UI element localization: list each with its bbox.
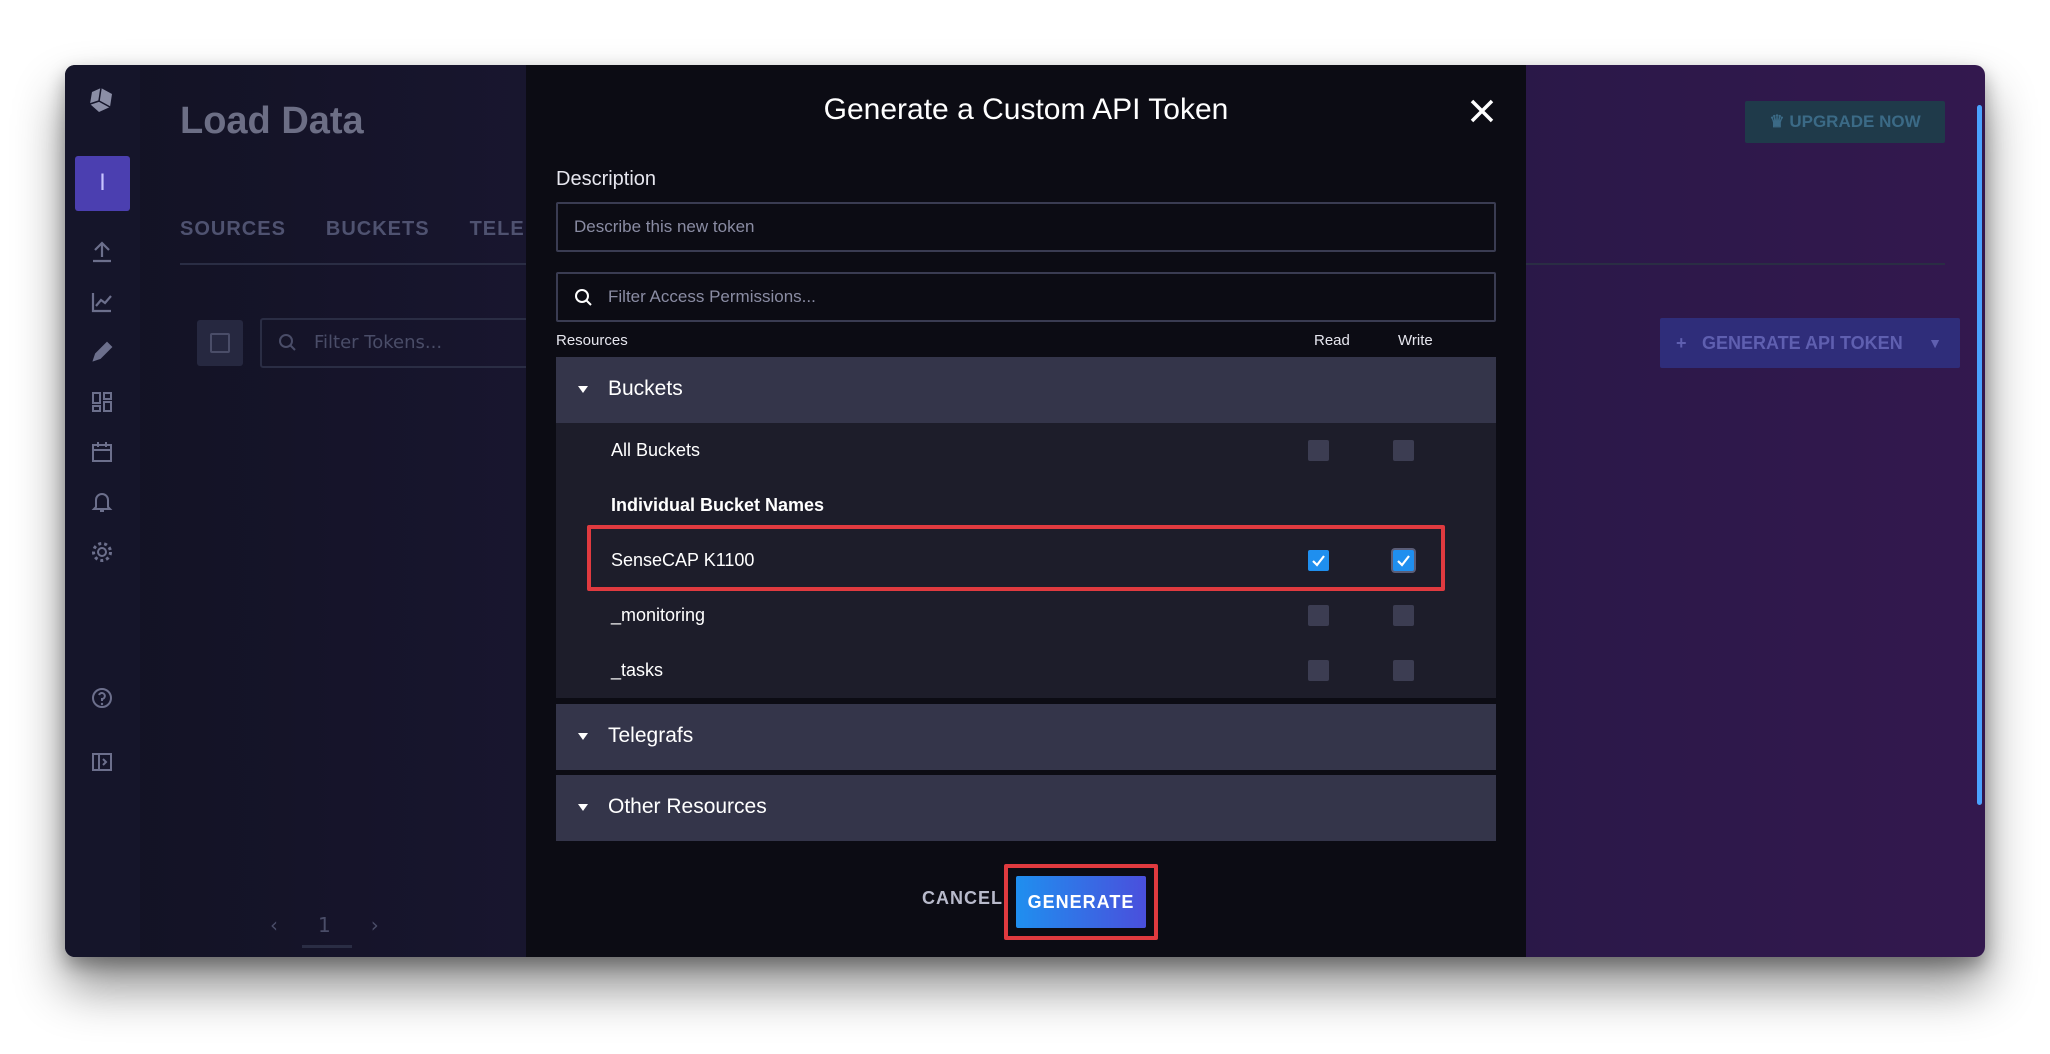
subsection-heading: Individual Bucket Names [611, 495, 825, 515]
caret-down-icon [578, 733, 588, 740]
tab-sources[interactable]: SOURCES [180, 218, 286, 241]
group-label: Other Resources [608, 795, 767, 818]
generate-api-token-button[interactable]: + GENERATE API TOKEN ▼ [1660, 318, 1960, 368]
dashboards-icon[interactable] [89, 389, 115, 415]
group-telegrafs-header[interactable]: Telegrafs [556, 704, 1496, 770]
permission-row: All Buckets [556, 423, 1496, 478]
dialog-title: Generate a Custom API Token [823, 93, 1229, 126]
sidebar: I [65, 65, 140, 957]
upgrade-label: UPGRADE NOW [1789, 112, 1921, 131]
permission-row: _monitoring [556, 588, 1496, 643]
resource-label: SenseCAP K1100 [611, 550, 755, 570]
read-column-header: Read [1314, 332, 1350, 349]
prev-page-button[interactable]: ‹ [270, 913, 278, 937]
description-label: Description [556, 168, 657, 190]
caret-down-icon: ▼ [1928, 335, 1942, 351]
permission-row: _tasks [556, 643, 1496, 698]
select-all-checkbox[interactable] [197, 320, 243, 366]
pagination: ‹ 1 › [270, 913, 379, 937]
caret-down-icon [578, 804, 588, 811]
resource-label: _tasks [611, 660, 664, 680]
write-checkbox[interactable] [1393, 440, 1414, 461]
search-icon [575, 289, 592, 306]
plus-icon: + [1676, 333, 1687, 353]
scrollbar[interactable] [1977, 105, 1982, 805]
permission-row: SenseCAP K1100 [556, 533, 1496, 588]
filter-tokens-input[interactable]: Filter Tokens... [260, 318, 560, 368]
tabs: SOURCES BUCKETS TELE [180, 218, 525, 241]
group-label: Buckets [608, 377, 683, 400]
subsection-heading-row: Individual Bucket Names [556, 478, 1496, 533]
filter-permissions-input[interactable] [608, 274, 1488, 320]
bell-icon[interactable] [89, 489, 115, 515]
next-page-button[interactable]: › [371, 913, 379, 937]
generate-token-dialog: Generate a Custom API Token Description … [526, 65, 1526, 957]
gear-icon[interactable] [89, 539, 115, 565]
pencil-icon[interactable] [89, 339, 115, 365]
page-title: Load Data [180, 100, 364, 142]
filter-tokens-placeholder: Filter Tokens... [314, 332, 443, 353]
search-icon [279, 334, 296, 351]
filter-permissions-field[interactable] [556, 272, 1496, 322]
close-icon[interactable] [1466, 95, 1498, 127]
generate-api-token-label: GENERATE API TOKEN [1702, 333, 1903, 353]
page-number[interactable]: 1 [318, 913, 331, 937]
upload-icon[interactable] [89, 239, 115, 265]
cancel-button[interactable]: CANCEL [922, 888, 1003, 909]
resource-label: All Buckets [611, 440, 701, 460]
caret-down-icon [578, 386, 588, 393]
help-icon[interactable] [89, 685, 115, 711]
collapse-sidebar-icon[interactable] [89, 749, 115, 775]
group-label: Telegrafs [608, 724, 694, 747]
influx-logo-icon[interactable] [86, 85, 116, 115]
group-other-resources-header[interactable]: Other Resources [556, 775, 1496, 841]
calendar-icon[interactable] [89, 439, 115, 465]
org-avatar[interactable]: I [75, 156, 130, 211]
read-checkbox[interactable] [1308, 440, 1329, 461]
resources-column-header: Resources [556, 332, 628, 349]
tab-telegrafs[interactable]: TELE [470, 218, 525, 241]
page-indicator [302, 945, 352, 948]
write-checkbox[interactable] [1393, 660, 1414, 681]
write-checkbox[interactable] [1393, 550, 1414, 571]
checkmark-icon [1397, 555, 1410, 567]
checkmark-icon [1312, 555, 1325, 567]
write-checkbox[interactable] [1393, 605, 1414, 626]
write-column-header: Write [1398, 332, 1433, 349]
read-checkbox[interactable] [1308, 550, 1329, 571]
upgrade-now-button[interactable]: ♛ UPGRADE NOW [1745, 101, 1945, 143]
tab-buckets[interactable]: BUCKETS [326, 218, 430, 241]
read-checkbox[interactable] [1308, 660, 1329, 681]
group-buckets-header[interactable]: Buckets [556, 357, 1496, 423]
generate-button[interactable]: GENERATE [1016, 876, 1146, 928]
description-input[interactable] [556, 202, 1496, 252]
resource-label: _monitoring [611, 605, 706, 625]
graph-icon[interactable] [89, 289, 115, 315]
buckets-permission-list: All Buckets Individual Bucket Names Sens… [556, 423, 1496, 698]
read-checkbox[interactable] [1308, 605, 1329, 626]
